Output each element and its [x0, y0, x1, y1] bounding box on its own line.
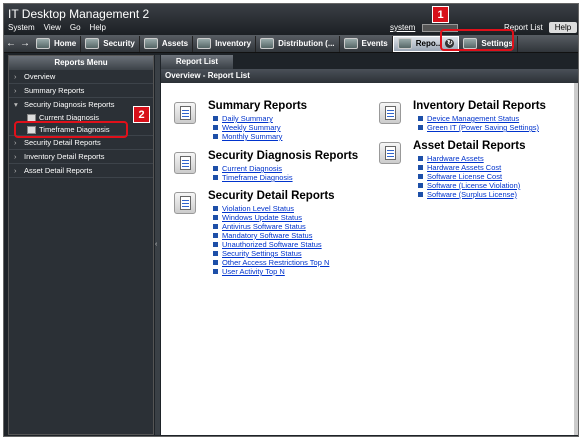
- back-arrow-icon[interactable]: ←: [4, 35, 18, 53]
- report-list-body: Summary Reports Daily Summary Weekly Sum…: [161, 83, 578, 435]
- chevron-right-icon: ›: [14, 138, 17, 147]
- summary-reports-title: Summary Reports: [208, 100, 308, 112]
- sidebar-item-overview[interactable]: › Overview: [9, 70, 153, 84]
- security-diagnosis-section: Security Diagnosis Reports Current Diagn…: [174, 150, 384, 190]
- tab-security[interactable]: Security: [81, 35, 140, 52]
- sidebar-item-security-diagnosis[interactable]: ▾ Security Diagnosis Reports: [9, 98, 153, 112]
- assets-icon: [143, 38, 158, 49]
- link-violation-level[interactable]: Violation Level Status: [212, 204, 329, 213]
- link-hardware-assets-cost[interactable]: Hardware Assets Cost: [417, 163, 520, 172]
- callout-number-1: 1: [432, 6, 449, 23]
- tab-inventory[interactable]: Inventory: [193, 35, 257, 52]
- sidebar-title: Reports Menu: [9, 56, 153, 70]
- summary-links: Daily Summary Weekly Summary Monthly Sum…: [212, 114, 282, 141]
- scrollbar[interactable]: [574, 83, 578, 435]
- chevron-right-icon: ›: [14, 152, 17, 161]
- sidebar-item-summary-reports[interactable]: › Summary Reports: [9, 84, 153, 98]
- callout-number-2: 2: [133, 106, 150, 123]
- menu-view[interactable]: View: [44, 23, 61, 32]
- tab-assets[interactable]: Assets: [140, 35, 194, 52]
- asset-detail-section: Asset Detail Reports Hardware Assets Har…: [379, 140, 574, 204]
- reports-icon: [397, 38, 412, 49]
- link-timeframe-diagnosis[interactable]: Timeframe Diagnosis: [212, 173, 293, 182]
- chevron-right-icon: ›: [14, 166, 17, 175]
- diagnosis-links: Current Diagnosis Timeframe Diagnosis: [212, 164, 293, 182]
- link-antivirus[interactable]: Antivirus Software Status: [212, 222, 329, 231]
- link-unauthorized-software[interactable]: Unauthorized Software Status: [212, 240, 329, 249]
- chevron-left-icon: ‹: [155, 241, 158, 248]
- callout-highlight-reports-tab: [440, 29, 514, 51]
- tab-report-list[interactable]: Report List: [161, 55, 233, 69]
- inventory-links: Device Management Status Green IT (Power…: [417, 114, 539, 132]
- link-software-license-violation[interactable]: Software (License Violation): [417, 181, 520, 190]
- lock-report-icon: [174, 192, 196, 214]
- link-security-settings[interactable]: Security Settings Status: [212, 249, 329, 258]
- asset-links: Hardware Assets Hardware Assets Cost Sof…: [417, 154, 520, 199]
- link-software-surplus-license[interactable]: Software (Surplus License): [417, 190, 520, 199]
- menu-system[interactable]: System: [8, 23, 35, 32]
- security-detail-section: Security Detail Reports Violation Level …: [174, 190, 384, 286]
- content-tab-strip: [233, 55, 578, 69]
- link-other-access[interactable]: Other Access Restrictions Top N: [212, 258, 329, 267]
- link-software-license-cost[interactable]: Software License Cost: [417, 172, 520, 181]
- chevron-right-icon: ›: [14, 72, 17, 81]
- menu-go[interactable]: Go: [70, 23, 81, 32]
- forward-arrow-icon[interactable]: →: [18, 35, 32, 53]
- asset-detail-title: Asset Detail Reports: [413, 140, 526, 152]
- summary-reports-section: Summary Reports Daily Summary Weekly Sum…: [174, 100, 374, 150]
- detail-links: Violation Level Status Windows Update St…: [212, 204, 329, 276]
- user-name[interactable]: system: [390, 23, 415, 32]
- security-detail-title: Security Detail Reports: [208, 190, 335, 202]
- shield-icon: [85, 38, 100, 49]
- callout-highlight-timeframe: [14, 121, 128, 138]
- sidebar-collapse-handle[interactable]: ‹: [155, 55, 160, 435]
- sidebar-item-inventory-detail[interactable]: › Inventory Detail Reports: [9, 150, 153, 164]
- inventory-report-icon: [379, 102, 401, 124]
- diagnosis-report-icon: [174, 152, 196, 174]
- app-title: IT Desktop Management 2: [8, 7, 150, 21]
- link-user-activity[interactable]: User Activity Top N: [212, 267, 329, 276]
- link-green-it[interactable]: Green IT (Power Saving Settings): [417, 123, 539, 132]
- link-monthly-summary[interactable]: Monthly Summary: [212, 132, 282, 141]
- tab-distribution[interactable]: Distribution (...: [256, 35, 340, 52]
- chevron-down-icon: ▾: [14, 100, 18, 109]
- link-weekly-summary[interactable]: Weekly Summary: [212, 123, 282, 132]
- breadcrumb: Overview - Report List: [161, 69, 578, 83]
- help-button[interactable]: Help: [549, 22, 577, 33]
- asset-report-icon: [379, 142, 401, 164]
- main-content: Report List Overview - Report List Summa…: [161, 55, 578, 435]
- summary-report-icon: [174, 102, 196, 124]
- menu-help[interactable]: Help: [90, 23, 106, 32]
- security-diagnosis-title: Security Diagnosis Reports: [208, 150, 359, 162]
- menu-bar: System View Go Help: [8, 23, 106, 32]
- link-current-diagnosis[interactable]: Current Diagnosis: [212, 164, 293, 173]
- link-device-management[interactable]: Device Management Status: [417, 114, 539, 123]
- sidebar-item-asset-detail[interactable]: › Asset Detail Reports: [9, 164, 153, 178]
- tab-events[interactable]: Events: [340, 35, 393, 52]
- link-hardware-assets[interactable]: Hardware Assets: [417, 154, 520, 163]
- chevron-right-icon: ›: [14, 86, 17, 95]
- link-mandatory-software[interactable]: Mandatory Software Status: [212, 231, 329, 240]
- link-windows-update[interactable]: Windows Update Status: [212, 213, 329, 222]
- inventory-icon: [197, 38, 212, 49]
- link-daily-summary[interactable]: Daily Summary: [212, 114, 282, 123]
- distribution-icon: [260, 38, 275, 49]
- inventory-detail-section: Inventory Detail Reports Device Manageme…: [379, 100, 574, 140]
- sidebar-item-security-detail[interactable]: › Security Detail Reports: [9, 136, 153, 150]
- application-window: IT Desktop Management 2 System View Go H…: [3, 3, 579, 437]
- events-icon: [343, 38, 358, 49]
- home-icon: [36, 38, 50, 49]
- tab-home[interactable]: Home: [32, 35, 82, 52]
- inventory-detail-title: Inventory Detail Reports: [413, 100, 546, 112]
